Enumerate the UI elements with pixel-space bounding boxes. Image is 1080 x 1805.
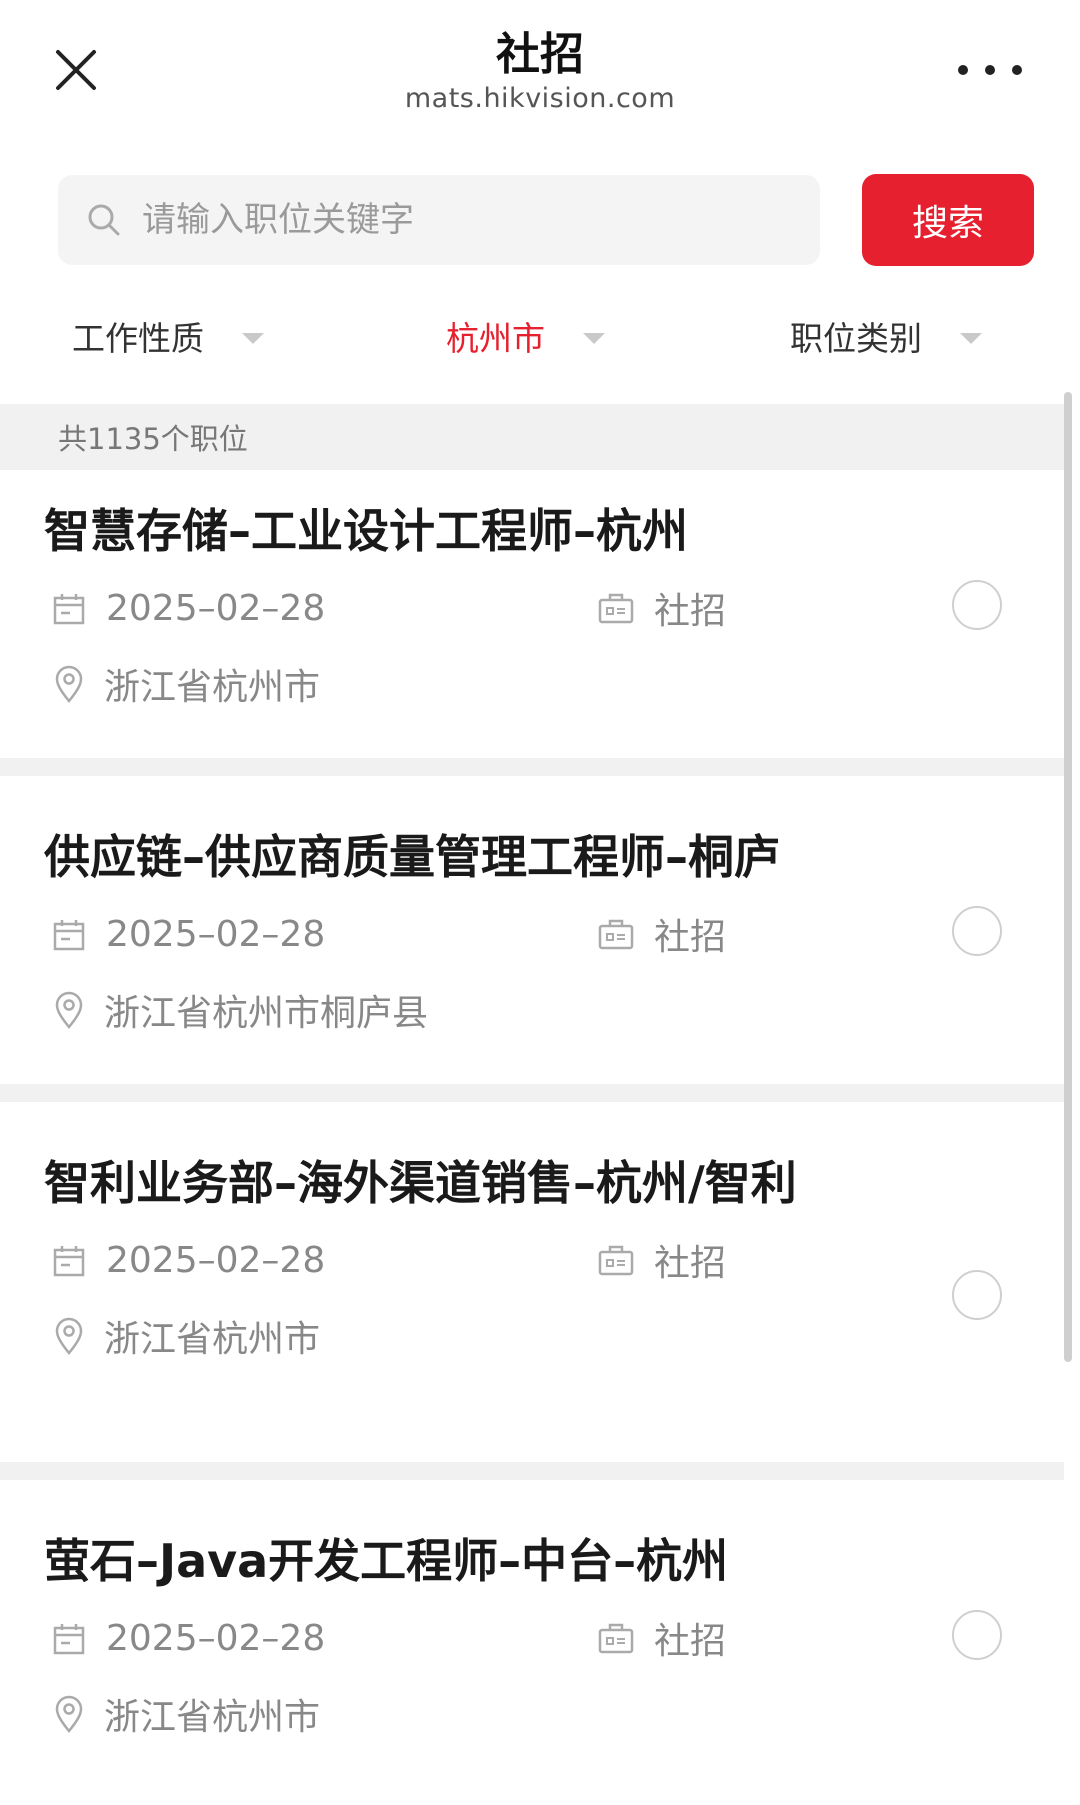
job-type: 社招 xyxy=(598,1612,726,1664)
job-list: 智慧存储–工业设计工程师–杭州 2025–02–28 社招 浙江省杭州市 供应链… xyxy=(0,470,1064,1805)
more-options-button[interactable] xyxy=(958,52,1022,88)
job-date: 2025–02–28 xyxy=(52,588,325,629)
job-type-text: 社招 xyxy=(654,917,727,958)
job-title: 萤石–Java开发工程师–中台–杭州 xyxy=(44,1534,729,1588)
job-meta-row: 2025–02–28 社招 xyxy=(0,906,1064,976)
calendar-icon xyxy=(53,1623,85,1654)
job-date: 2025–02–28 xyxy=(52,914,325,955)
more-dot-icon xyxy=(1012,65,1022,75)
filter-job-nature[interactable]: 工作性质 xyxy=(72,312,264,360)
job-location-text: 浙江省杭州市 xyxy=(104,1697,321,1738)
job-date-text: 2025–02–28 xyxy=(106,1240,326,1281)
briefcase-icon xyxy=(598,1245,634,1276)
job-location-text: 浙江省杭州市 xyxy=(104,1319,321,1360)
job-card[interactable]: 萤石–Java开发工程师–中台–杭州 2025–02–28 社招 浙江省杭州市 xyxy=(0,1480,1064,1805)
scrollbar[interactable] xyxy=(1064,392,1072,1362)
title-block: 社招 mats.hikvision.com xyxy=(0,28,1080,116)
job-meta-row: 2025–02–28 社招 xyxy=(0,1232,1064,1302)
job-count: 共1135个职位 xyxy=(0,404,1068,470)
top-bar: 社招 mats.hikvision.com xyxy=(0,0,1080,150)
select-radio[interactable] xyxy=(952,580,1002,630)
job-type: 社招 xyxy=(598,1234,726,1286)
job-card[interactable]: 智利业务部–海外渠道销售–杭州/智利 2025–02–28 社招 浙江省杭州市 xyxy=(0,1102,1064,1480)
job-title: 供应链–供应商质量管理工程师–桐庐 xyxy=(44,830,780,884)
filter-label: 职位类别 xyxy=(790,319,922,358)
job-date: 2025–02–28 xyxy=(52,1240,325,1281)
search-box[interactable] xyxy=(58,175,820,265)
briefcase-icon xyxy=(598,1623,634,1654)
filter-city[interactable]: 杭州市 xyxy=(446,312,605,360)
job-meta-row: 2025–02–28 社招 xyxy=(0,1610,1064,1680)
job-location: 浙江省杭州市 xyxy=(54,1688,320,1740)
location-pin-icon xyxy=(55,1317,83,1355)
calendar-icon xyxy=(53,593,85,624)
job-meta-row: 2025–02–28 社招 xyxy=(0,580,1064,650)
job-location: 浙江省杭州市 xyxy=(54,1310,320,1362)
calendar-icon xyxy=(53,919,85,950)
filter-label: 杭州市 xyxy=(446,319,545,358)
location-pin-icon xyxy=(55,665,83,703)
select-radio[interactable] xyxy=(952,906,1002,956)
briefcase-icon xyxy=(598,919,634,950)
filter-label: 工作性质 xyxy=(72,319,204,358)
job-location-row: 浙江省杭州市桐庐县 xyxy=(0,976,1064,1046)
job-type-text: 社招 xyxy=(654,1621,727,1662)
page-title: 社招 xyxy=(496,29,584,80)
location-pin-icon xyxy=(55,991,83,1029)
caret-down-icon xyxy=(960,332,982,344)
job-date-text: 2025–02–28 xyxy=(106,1618,326,1659)
search-button[interactable]: 搜索 xyxy=(862,174,1034,266)
caret-down-icon xyxy=(242,332,264,344)
job-title: 智慧存储–工业设计工程师–杭州 xyxy=(44,504,688,558)
search-input[interactable] xyxy=(142,200,802,240)
job-type: 社招 xyxy=(598,908,726,960)
job-location: 浙江省杭州市 xyxy=(54,658,320,710)
job-location-row: 浙江省杭州市 xyxy=(0,1680,1064,1750)
job-card[interactable]: 供应链–供应商质量管理工程师–桐庐 2025–02–28 社招 浙江省杭州市桐庐… xyxy=(0,776,1064,1102)
job-type: 社招 xyxy=(598,582,726,634)
job-location-row: 浙江省杭州市 xyxy=(0,650,1064,720)
search-icon xyxy=(88,204,120,236)
calendar-icon xyxy=(53,1245,85,1276)
job-location-text: 浙江省杭州市桐庐县 xyxy=(104,993,429,1034)
job-location-row: 浙江省杭州市 xyxy=(0,1302,1064,1372)
select-radio[interactable] xyxy=(952,1270,1002,1320)
job-card[interactable]: 智慧存储–工业设计工程师–杭州 2025–02–28 社招 浙江省杭州市 xyxy=(0,470,1064,776)
filter-bar: 工作性质 杭州市 职位类别 xyxy=(0,300,1080,370)
filter-job-category[interactable]: 职位类别 xyxy=(790,312,982,360)
more-dot-icon xyxy=(985,65,995,75)
select-radio[interactable] xyxy=(952,1610,1002,1660)
more-dot-icon xyxy=(958,65,968,75)
briefcase-icon xyxy=(598,593,634,624)
job-date-text: 2025–02–28 xyxy=(106,914,326,955)
location-pin-icon xyxy=(55,1695,83,1733)
job-date: 2025–02–28 xyxy=(52,1618,325,1659)
job-location: 浙江省杭州市桐庐县 xyxy=(54,984,428,1036)
job-type-text: 社招 xyxy=(654,1243,727,1284)
job-type-text: 社招 xyxy=(654,591,727,632)
page-domain: mats.hikvision.com xyxy=(404,83,676,114)
caret-down-icon xyxy=(583,332,605,344)
job-location-text: 浙江省杭州市 xyxy=(104,667,321,708)
job-title: 智利业务部–海外渠道销售–杭州/智利 xyxy=(44,1156,797,1210)
job-date-text: 2025–02–28 xyxy=(106,588,326,629)
